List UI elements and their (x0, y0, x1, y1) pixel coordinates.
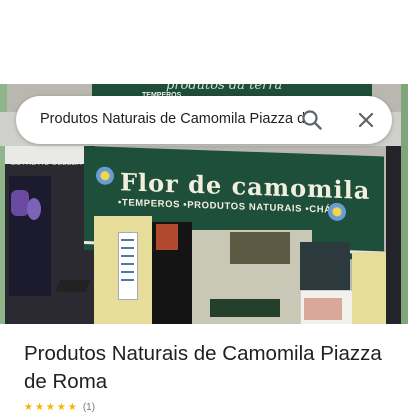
doormat (55, 280, 91, 292)
door-panel (156, 224, 178, 250)
store-counter (300, 242, 350, 292)
pillar-notice (118, 232, 138, 300)
top-blank-area (0, 0, 408, 84)
search-bar[interactable]: Produtos Naturais de Camomila Piazza de … (16, 96, 392, 144)
neighbor-poster-round (27, 198, 41, 220)
chamomile-flower-icon (96, 166, 114, 186)
store-pillar-right (352, 252, 386, 324)
photo-right-wall (386, 146, 401, 324)
neighbor-awning (5, 146, 87, 164)
display-box-inner (304, 298, 342, 320)
store-shelf (230, 232, 290, 264)
entrance-mat (210, 299, 280, 317)
chamomile-flower-icon (328, 202, 346, 222)
place-title: Produtos Naturais de Camomila Piazza de … (24, 342, 382, 393)
close-icon[interactable] (354, 108, 378, 132)
upper-sign-text: produtos da terra (166, 84, 283, 93)
photo-right-edge (401, 84, 408, 324)
search-icon[interactable] (300, 108, 324, 132)
search-input[interactable]: Produtos Naturais de Camomila Piazza de … (40, 111, 304, 127)
neighbor-shop: ESTHETIC BELEZA (5, 146, 95, 324)
rating-stars: ★★★★★ (1) (24, 402, 95, 413)
